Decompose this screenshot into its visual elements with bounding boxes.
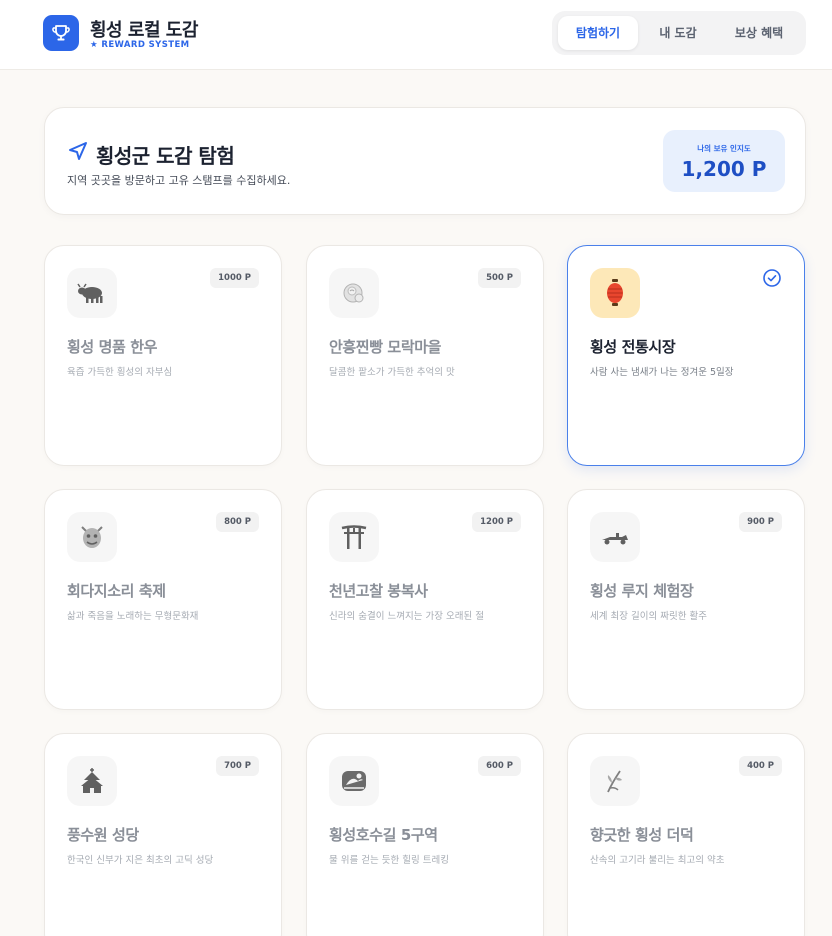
points-badge: 700 P	[216, 756, 259, 776]
lantern-icon	[590, 268, 640, 318]
card-description: 물 위를 걷는 듯한 힐링 트레킹	[329, 855, 449, 866]
points-value: 1,200 P	[681, 157, 767, 181]
card-title: 횡성 전통시장	[590, 338, 676, 356]
card-description: 세계 최장 길이의 짜릿한 활주	[590, 611, 707, 622]
card-title: 풍수원 성당	[67, 826, 139, 844]
card-title: 회다지소리 축제	[67, 582, 166, 600]
navigation-arrow-icon	[69, 142, 87, 160]
card-title: 횡성 명품 한우	[67, 338, 158, 356]
steamed-bun-icon	[329, 268, 379, 318]
tab-explore[interactable]: 탐험하기	[558, 16, 638, 50]
points-balance: 나의 보유 인지도 1,200 P	[663, 130, 785, 192]
points-badge: 1200 P	[472, 512, 521, 532]
card-title: 횡성 루지 체험장	[590, 582, 694, 600]
nav-tabs: 탐험하기 내 도감 보상 혜택	[552, 11, 806, 55]
check-circle-icon	[763, 269, 781, 287]
trophy-icon	[52, 25, 70, 41]
card-title: 안흥찐빵 모락마을	[329, 338, 442, 356]
points-badge: 500 P	[478, 268, 521, 288]
stamp-card[interactable]: 600 P 횡성호수길 5구역 물 위를 걷는 듯한 힐링 트레킹	[306, 733, 544, 936]
points-badge: 900 P	[739, 512, 782, 532]
lake-icon	[329, 756, 379, 806]
logo[interactable]	[43, 15, 79, 51]
card-title: 횡성호수길 5구역	[329, 826, 438, 844]
points-label: 나의 보유 인지도	[697, 144, 751, 153]
points-badge: 1000 P	[210, 268, 259, 288]
page-subtitle: 지역 곳곳을 방문하고 고유 스탬프를 수집하세요.	[67, 174, 291, 187]
explore-banner: 횡성군 도감 탐험 지역 곳곳을 방문하고 고유 스탬프를 수집하세요. 나의 …	[44, 107, 806, 215]
stamp-card[interactable]: 800 P 회다지소리 축제 삶과 죽음을 노래하는 무형문화재	[44, 489, 282, 710]
card-description: 육즙 가득한 횡성의 자부심	[67, 367, 173, 378]
page-title: 횡성군 도감 탐험	[96, 144, 235, 168]
tab-my-collection[interactable]: 내 도감	[642, 16, 714, 50]
tab-rewards[interactable]: 보상 혜택	[718, 16, 800, 50]
card-description: 신라의 숨결이 느껴지는 가장 오래된 절	[329, 611, 484, 622]
card-description: 사람 사는 냄새가 나는 정겨운 5일장	[590, 367, 734, 378]
card-title: 향긋한 횡성 더덕	[590, 826, 694, 844]
stamp-card[interactable]: 500 P 안흥찐빵 모락마을 달콤한 팥소가 가득한 추억의 맛	[306, 245, 544, 466]
points-badge: 600 P	[478, 756, 521, 776]
stamp-card[interactable]: 900 P 횡성 루지 체험장 세계 최장 길이의 짜릿한 활주	[567, 489, 805, 710]
stamp-card[interactable]: 700 P 풍수원 성당 한국인 신부가 지은 최초의 고딕 성당	[44, 733, 282, 936]
ox-icon	[67, 268, 117, 318]
app-title: 횡성 로컬 도감	[90, 20, 198, 41]
stamp-card-visited[interactable]: 횡성 전통시장 사람 사는 냄새가 나는 정겨운 5일장	[567, 245, 805, 466]
card-title: 천년고찰 봉복사	[329, 582, 428, 600]
points-badge: 400 P	[739, 756, 782, 776]
stamp-card[interactable]: 1200 P 천년고찰 봉복사 신라의 숨결이 느껴지는 가장 오래된 절	[306, 489, 544, 710]
herb-icon	[590, 756, 640, 806]
card-description: 한국인 신부가 지은 최초의 고딕 성당	[67, 855, 214, 866]
stamp-card[interactable]: 400 P 향긋한 횡성 더덕 산속의 고기라 불리는 최고의 약초	[567, 733, 805, 936]
card-description: 삶과 죽음을 노래하는 무형문화재	[67, 611, 199, 622]
gate-icon	[329, 512, 379, 562]
mask-icon	[67, 512, 117, 562]
app-subtitle: ★ REWARD SYSTEM	[90, 40, 190, 50]
card-description: 산속의 고기라 불리는 최고의 약초	[590, 855, 725, 866]
stamp-card[interactable]: 1000 P 횡성 명품 한우 육즙 가득한 횡성의 자부심	[44, 245, 282, 466]
card-description: 달콤한 팥소가 가득한 추억의 맛	[329, 367, 455, 378]
church-icon	[67, 756, 117, 806]
luge-cart-icon	[590, 512, 640, 562]
points-badge: 800 P	[216, 512, 259, 532]
app-header: 횡성 로컬 도감 ★ REWARD SYSTEM 탐험하기 내 도감 보상 혜택	[0, 0, 832, 70]
